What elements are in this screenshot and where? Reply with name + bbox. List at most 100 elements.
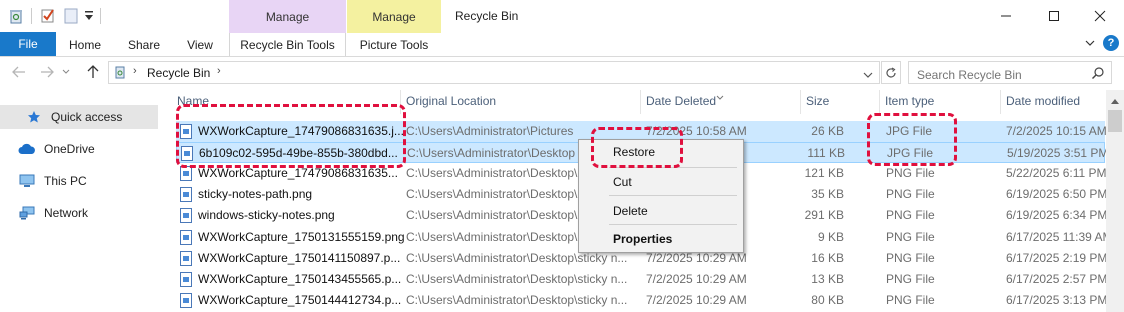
expand-ribbon-icon[interactable] [1084,37,1096,49]
column-divider[interactable] [800,90,801,114]
annotation-highlight-item-type [867,113,957,166]
original-location: C:\Users\Administrator\Desktop\sticky n.… [406,272,628,286]
item-type: PNG File [886,230,935,244]
menu-separator [609,224,737,225]
file-name: sticky-notes-path.png [198,187,313,201]
file-size: 291 KB [804,208,844,222]
file-name: WXWorkCapture_17479086831635... [198,166,398,180]
file-name: WXWorkCapture_1750141150897.p... [198,251,401,265]
file-size: 111 KB [807,146,845,160]
item-type: PNG File [886,251,935,265]
quick-access-toolbar-divider [31,8,32,24]
sidebar-item-this-pc[interactable]: This PC [18,170,87,192]
item-type: PNG File [886,166,935,180]
image-file-icon [180,208,192,223]
sidebar-item-network[interactable]: Network [18,202,88,224]
sidebar-item-label: This PC [44,174,87,188]
sidebar-item-label: Network [44,206,89,220]
image-file-icon [180,166,192,181]
item-type: PNG File [886,208,935,222]
table-row[interactable]: WXWorkCapture_1750143455565.p... C:\User… [176,269,1107,290]
refresh-icon[interactable] [881,61,901,84]
manage-label: Manage [265,9,310,24]
sidebar-item-label: Quick access [51,110,123,124]
original-location: C:\Users\Administrator\Desktop\sticky n.… [406,293,628,307]
menu-item-cut[interactable]: Cut [613,175,632,189]
network-icon [18,205,36,221]
menu-separator [609,195,737,196]
annotation-highlight-restore [591,127,683,168]
file-size: 35 KB [811,187,844,201]
breadcrumb[interactable]: Recycle Bin [147,66,210,80]
up-button[interactable] [84,62,102,82]
customize-toolbar-dropdown-icon[interactable] [84,9,94,23]
tab-recycle-bin-tools[interactable]: Recycle Bin Tools [229,36,346,54]
tab-view[interactable]: View [180,36,220,54]
sidebar-item-onedrive[interactable]: OneDrive [18,138,95,160]
star-icon [25,109,43,125]
table-row[interactable]: WXWorkCapture_1750144412734.p... C:\User… [176,290,1107,311]
file-name: windows-sticky-notes.png [198,208,335,222]
tab-picture-tools[interactable]: Picture Tools [347,36,441,54]
sort-descending-icon [716,89,724,100]
help-icon[interactable]: ? [1103,35,1119,51]
close-button[interactable] [1088,6,1112,26]
column-divider[interactable] [1000,90,1001,114]
search-icon [1091,66,1105,80]
item-type: PNG File [886,187,935,201]
column-header-item-type[interactable]: Item type [885,94,934,112]
new-folder-icon[interactable] [64,8,78,24]
breadcrumb-chevron-icon[interactable]: › [133,65,137,77]
column-header-date-modified[interactable]: Date modified [1006,94,1080,112]
file-name: WXWorkCapture_1750143455565.p... [198,272,402,286]
column-header-date-deleted[interactable]: Date Deleted [646,94,716,112]
file-size: 80 KB [811,293,844,307]
file-size: 13 KB [811,272,844,286]
tab-home[interactable]: Home [64,36,106,54]
image-file-icon [180,272,192,287]
file-size: 9 KB [817,230,844,244]
column-divider[interactable] [879,90,880,114]
menu-item-delete[interactable]: Delete [613,204,648,218]
back-button[interactable] [10,62,28,82]
explorer-window: Manage Manage Recycle Bin File Home Shar… [0,0,1124,312]
file-tab[interactable]: File [0,32,56,56]
file-size: 26 KB [811,124,844,138]
scroll-up-arrow-icon[interactable] [1110,94,1120,104]
properties-check-icon[interactable] [40,7,56,23]
manage-recycle-bin-band: Manage [229,0,346,33]
recycle-bin-app-icon [8,8,24,24]
maximize-button[interactable] [1042,6,1066,26]
forward-button[interactable] [38,62,56,82]
file-size: 121 KB [804,166,844,180]
manage-label-2: Manage [372,9,416,24]
item-type: PNG File [886,293,935,307]
cloud-icon [18,141,36,157]
menu-item-properties[interactable]: Properties [613,232,672,246]
column-header-original-location[interactable]: Original Location [406,94,496,112]
column-header-size[interactable]: Size [806,94,829,112]
address-dropdown-icon[interactable] [863,68,873,78]
scrollbar-thumb[interactable] [1108,110,1122,132]
ribbon-bottom-border [0,56,1124,57]
address-bar[interactable]: › Recycle Bin › [108,61,880,84]
image-file-icon [180,187,192,202]
image-file-icon [180,251,192,266]
file-name: WXWorkCapture_1750144412734.p... [198,293,402,307]
column-divider[interactable] [640,90,641,114]
image-file-icon [180,230,192,245]
recent-locations-chevron-icon[interactable] [60,62,72,82]
sidebar-item-label: OneDrive [44,142,95,156]
sidebar-item-quick-access[interactable]: Quick access [25,106,122,128]
breadcrumb-end-chevron-icon[interactable]: › [217,65,221,77]
quick-access-toolbar-divider-2 [100,8,101,24]
help-label: ? [1107,37,1115,49]
minimize-button[interactable] [994,6,1018,26]
recycle-bin-location-icon [113,65,127,79]
window-title: Recycle Bin [455,9,519,23]
tab-share[interactable]: Share [122,36,166,54]
search-input[interactable] [908,61,1112,84]
file-size: 16 KB [811,251,844,265]
image-file-icon [180,293,192,308]
item-type: PNG File [886,272,935,286]
